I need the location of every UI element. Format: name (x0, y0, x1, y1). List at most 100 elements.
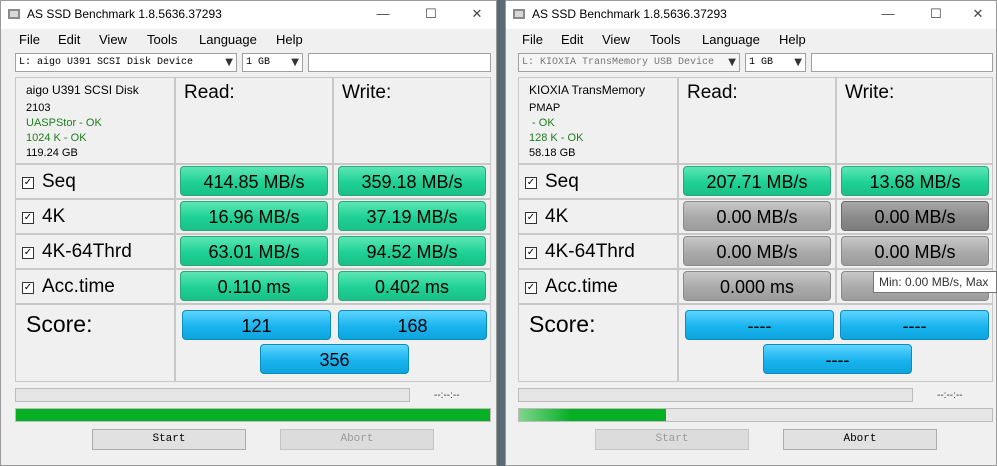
chevron-down-icon: ▼ (794, 57, 802, 68)
device-alignment-status: 128 K - OK (529, 132, 584, 144)
notes-input[interactable] (811, 53, 993, 72)
device-alignment-status: 1024 K - OK (26, 132, 87, 144)
device-name: aigo U391 SCSI Disk (26, 83, 139, 97)
speed-tooltip: Min: 0.00 MB/s, Max (873, 271, 997, 293)
read-header: Read: (184, 82, 235, 103)
row-label-cell: ✓ Acc.time (15, 269, 175, 304)
checkbox-checked-icon[interactable]: ✓ (22, 282, 34, 294)
progress-fill (519, 409, 666, 421)
menu-view[interactable]: View (602, 32, 630, 47)
checkbox-checked-icon[interactable]: ✓ (525, 177, 537, 189)
checkbox-checked-icon[interactable]: ✓ (525, 282, 537, 294)
write-header-cell: Write: (333, 77, 491, 164)
menu-file[interactable]: File (19, 32, 40, 47)
4k64-write-value: 0.00 MB/s (841, 236, 989, 266)
menu-tools[interactable]: Tools (650, 32, 680, 47)
4k64-checkbox-label[interactable]: ✓ 4K-64Thrd (22, 241, 132, 263)
close-icon[interactable]: ✕ (465, 4, 489, 24)
row-label: Acc.time (42, 276, 115, 297)
row-label: Seq (545, 171, 579, 192)
checkbox-checked-icon[interactable]: ✓ (22, 212, 34, 224)
drive-select[interactable]: L: aigo U391 SCSI Disk Device ▼ (15, 53, 237, 72)
score-label-cell: Score: (15, 304, 175, 382)
4k-checkbox-label[interactable]: ✓ 4K (525, 206, 568, 228)
score-read-value: 121 (182, 310, 331, 340)
minimize-icon[interactable]: — (371, 4, 395, 24)
4k-read-value: 0.00 MB/s (683, 201, 831, 231)
checkbox-checked-icon[interactable]: ✓ (525, 247, 537, 259)
menu-edit[interactable]: Edit (58, 32, 80, 47)
device-name: KIOXIA TransMemory (529, 83, 646, 97)
maximize-icon[interactable]: ☐ (924, 4, 948, 24)
size-select-value: 1 GB (246, 57, 271, 68)
row-label-cell: ✓ 4K-64Thrd (518, 234, 678, 269)
seq-checkbox-label[interactable]: ✓ Seq (22, 171, 76, 193)
checkbox-checked-icon[interactable]: ✓ (22, 247, 34, 259)
row-label: 4K-64Thrd (42, 241, 132, 262)
checkbox-checked-icon[interactable]: ✓ (22, 177, 34, 189)
title-bar: AS SSD Benchmark 1.8.5636.37293 — ☐ ✕ (1, 1, 496, 29)
score-total-value: ---- (763, 344, 912, 374)
size-select-value: 1 GB (749, 57, 774, 68)
window-title: AS SSD Benchmark 1.8.5636.37293 (532, 7, 727, 21)
row-label: Seq (42, 171, 76, 192)
benchmark-window-left: AS SSD Benchmark 1.8.5636.37293 — ☐ ✕ Fi… (0, 0, 497, 466)
menu-language[interactable]: Language (702, 32, 760, 47)
app-icon (513, 9, 525, 19)
drive-select-value: L: aigo U391 SCSI Disk Device (19, 57, 194, 68)
4k64-checkbox-label[interactable]: ✓ 4K-64Thrd (525, 241, 635, 263)
chevron-down-icon: ▼ (728, 57, 736, 68)
chevron-down-icon: ▼ (291, 57, 299, 68)
row-label: 4K (42, 206, 66, 227)
progress-bar-total (518, 408, 993, 422)
maximize-icon[interactable]: ☐ (419, 4, 443, 24)
score-total-value: 356 (260, 344, 409, 374)
progress-bar-test (518, 388, 913, 402)
app-icon (8, 9, 20, 19)
acctime-write-value: 0.402 ms (338, 271, 486, 301)
acctime-read-value: 0.000 ms (683, 271, 831, 301)
seq-write-value: 13.68 MB/s (841, 166, 989, 196)
menu-file[interactable]: File (522, 32, 543, 47)
progress-bar-total (15, 408, 491, 422)
seq-write-value: 359.18 MB/s (338, 166, 486, 196)
score-read-value: ---- (685, 310, 834, 340)
write-header: Write: (342, 82, 392, 103)
minimize-icon[interactable]: — (876, 4, 900, 24)
menu-help[interactable]: Help (276, 32, 303, 47)
size-select[interactable]: 1 GB ▼ (745, 53, 806, 72)
seq-checkbox-label[interactable]: ✓ Seq (525, 171, 579, 193)
drive-select[interactable]: L: KIOXIA TransMemory USB Device ▼ (518, 53, 740, 72)
abort-button[interactable]: Abort (783, 429, 937, 450)
row-label-cell: ✓ Seq (518, 164, 678, 199)
title-bar: AS SSD Benchmark 1.8.5636.37293 — ☐ ✕ (506, 1, 996, 29)
start-button[interactable]: Start (595, 429, 749, 450)
menu-edit[interactable]: Edit (561, 32, 583, 47)
menu-view[interactable]: View (99, 32, 127, 47)
device-driver-status: UASPStor - OK (26, 117, 102, 129)
menu-tools[interactable]: Tools (147, 32, 177, 47)
menu-language[interactable]: Language (199, 32, 257, 47)
read-header: Read: (687, 82, 738, 103)
size-select[interactable]: 1 GB ▼ (242, 53, 303, 72)
notes-input[interactable] (308, 53, 491, 72)
row-label: 4K-64Thrd (545, 241, 635, 262)
device-driver-status: - OK (529, 117, 555, 129)
abort-button[interactable]: Abort (280, 429, 434, 450)
row-label-cell: ✓ 4K-64Thrd (15, 234, 175, 269)
acctime-checkbox-label[interactable]: ✓ Acc.time (22, 276, 115, 298)
checkbox-checked-icon[interactable]: ✓ (525, 212, 537, 224)
score-write-value: 168 (338, 310, 487, 340)
acctime-read-value: 0.110 ms (180, 271, 328, 301)
progress-fill (16, 409, 490, 421)
menu-bar: File Edit View Tools Language Help (506, 29, 996, 51)
close-icon[interactable]: ✕ (966, 4, 990, 24)
start-button[interactable]: Start (92, 429, 246, 450)
acctime-checkbox-label[interactable]: ✓ Acc.time (525, 276, 618, 298)
4k-checkbox-label[interactable]: ✓ 4K (22, 206, 65, 228)
window-title: AS SSD Benchmark 1.8.5636.37293 (27, 7, 222, 21)
score-write-value: ---- (840, 310, 989, 340)
row-label: Acc.time (545, 276, 618, 297)
menu-help[interactable]: Help (779, 32, 806, 47)
write-header: Write: (845, 82, 895, 103)
